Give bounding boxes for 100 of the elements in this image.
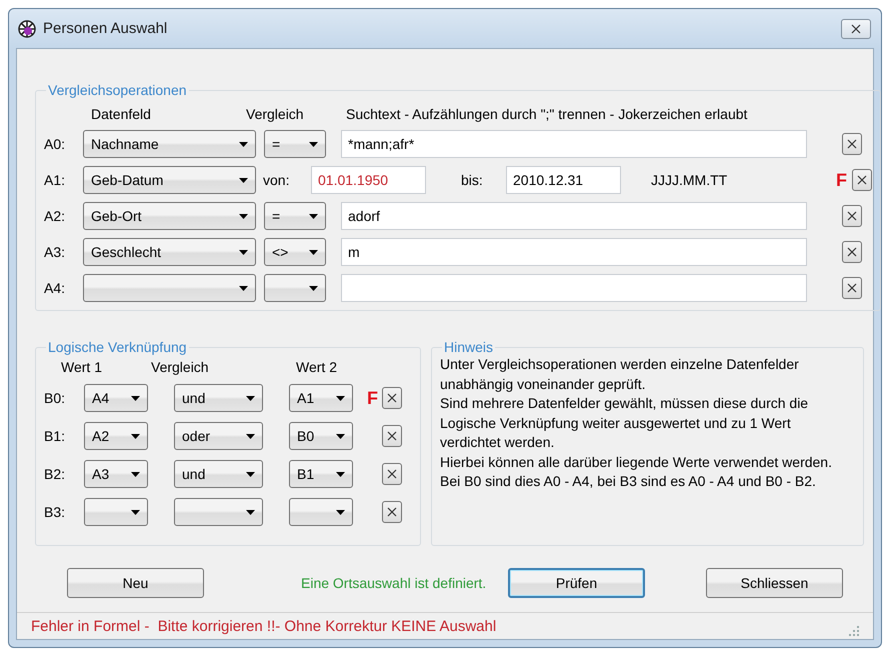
window-title: Personen Auswahl <box>43 20 168 37</box>
to-label: bis: <box>461 172 484 188</box>
caret-icon <box>246 396 255 400</box>
app-logo-icon <box>17 18 37 38</box>
from-label: von: <box>263 172 290 188</box>
column-header: Vergleich <box>151 359 210 375</box>
remove-button[interactable] <box>382 387 402 409</box>
column-header: Wert 2 <box>296 359 337 375</box>
remove-button[interactable] <box>842 277 862 299</box>
caret-icon <box>131 434 140 438</box>
row-label: B2: <box>44 466 66 482</box>
caret-icon <box>309 142 318 146</box>
dropdown[interactable]: A1 <box>289 384 353 412</box>
status-text: Fehler in Formel - Bitte korrigieren !!- Ohne Korrektur KEINE Auswahl <box>31 618 496 634</box>
row-label: A2: <box>44 208 66 224</box>
dropdown[interactable] <box>174 498 263 526</box>
row-label: A1: <box>44 172 66 188</box>
caret-icon <box>336 434 345 438</box>
group-title: Vergleichsoperationen <box>47 82 188 98</box>
notice-text: Eine Ortsauswahl ist definiert. <box>301 575 488 591</box>
close-icon <box>387 393 397 403</box>
group-title: Hinweis <box>443 339 494 355</box>
remove-button[interactable] <box>852 169 872 191</box>
row-label: B0: <box>44 390 66 406</box>
caret-icon <box>239 142 248 146</box>
dropdown[interactable]: B0 <box>289 422 353 450</box>
caret-icon <box>309 250 318 254</box>
row-label: A4: <box>44 280 66 296</box>
dropdown[interactable]: B1 <box>289 460 353 488</box>
dropdown[interactable]: Geb-Datum <box>83 166 256 194</box>
close-icon <box>387 431 397 441</box>
caret-icon <box>336 396 345 400</box>
remove-button[interactable] <box>842 241 862 263</box>
caret-icon <box>246 510 255 514</box>
dropdown[interactable]: Geb-Ort <box>83 202 256 230</box>
caret-icon <box>336 510 345 514</box>
caret-icon <box>246 472 255 476</box>
row-label: A3: <box>44 244 66 260</box>
caret-icon <box>239 214 248 218</box>
search-text-field[interactable]: *mann;afr* <box>341 130 807 158</box>
dropdown[interactable] <box>83 274 256 302</box>
hint-text: Sind mehrere Datenfelder gewählt, müssen diese durch die Logische Verknüpfung weiter ausgewertet und zu 1 Wert verdichtet werden. <box>440 394 810 452</box>
close-icon <box>387 507 397 517</box>
hint-text: Unter Vergleichsoperationen werden einzelne Datenfelder unabhängig voneinander geprüft. <box>440 355 800 394</box>
close-button[interactable] <box>841 18 871 38</box>
remove-button[interactable] <box>382 425 402 447</box>
close-icon <box>857 175 867 185</box>
error-mark: F <box>367 388 378 408</box>
dropdown[interactable]: Nachname <box>83 130 256 158</box>
from-date-field[interactable]: 01.01.1950 <box>311 166 426 194</box>
group-title: Logische Verknüpfung <box>47 339 188 355</box>
dropdown[interactable]: A2 <box>84 422 148 450</box>
row-label: B1: <box>44 428 66 444</box>
dropdown[interactable]: oder <box>174 422 263 450</box>
to-date-field[interactable]: 2010.12.31 <box>506 166 621 194</box>
remove-button[interactable] <box>842 205 862 227</box>
close-icon <box>847 247 857 257</box>
column-header: Suchtext - Aufzählungen durch ";" trennen - Jokerzeichen erlaubt <box>346 106 748 122</box>
search-text-field[interactable]: adorf <box>341 202 807 230</box>
caret-icon <box>246 434 255 438</box>
dialog-button[interactable]: Neu <box>67 568 204 598</box>
close-icon <box>847 283 857 293</box>
dropdown[interactable]: und <box>174 384 263 412</box>
caret-icon <box>131 396 140 400</box>
column-header: Vergleich <box>246 106 305 122</box>
caret-icon <box>309 286 318 290</box>
hint-text: Hierbei können alle darüber liegende Werte verwendet werden. Bei B0 sind dies A0 - A4, bei B3 sind es A0 - A4 und B0 - B2. <box>440 452 833 491</box>
dropdown[interactable]: Geschlecht <box>83 238 256 266</box>
row-label: B3: <box>44 504 66 520</box>
dialog-button[interactable]: Schliessen <box>706 568 843 598</box>
resize-grip-icon <box>849 626 859 636</box>
dropdown[interactable] <box>84 498 148 526</box>
remove-button[interactable] <box>382 501 402 523</box>
close-icon <box>851 24 861 34</box>
dropdown[interactable]: und <box>174 460 263 488</box>
caret-icon <box>131 510 140 514</box>
dropdown[interactable] <box>264 274 326 302</box>
dropdown[interactable] <box>289 498 353 526</box>
caret-icon <box>131 472 140 476</box>
close-icon <box>387 469 397 479</box>
column-header: Datenfeld <box>91 106 152 122</box>
caret-icon <box>309 214 318 218</box>
close-icon <box>847 139 857 149</box>
dialog-button[interactable]: Prüfen <box>508 568 645 598</box>
dropdown[interactable]: <> <box>264 238 326 266</box>
caret-icon <box>239 250 248 254</box>
dropdown[interactable]: = <box>264 202 326 230</box>
row-label: A0: <box>44 136 66 152</box>
search-text-field[interactable]: m <box>341 238 807 266</box>
search-text-field[interactable] <box>341 274 807 302</box>
remove-button[interactable] <box>382 463 402 485</box>
dropdown[interactable]: A4 <box>84 384 148 412</box>
column-header: Wert 1 <box>61 359 103 375</box>
caret-icon <box>239 286 248 290</box>
dropdown[interactable]: A3 <box>84 460 148 488</box>
caret-icon <box>336 472 345 476</box>
error-mark: F <box>836 170 847 190</box>
remove-button[interactable] <box>842 133 862 155</box>
date-format-hint: JJJJ.MM.TT <box>651 172 728 188</box>
dropdown[interactable]: = <box>264 130 326 158</box>
